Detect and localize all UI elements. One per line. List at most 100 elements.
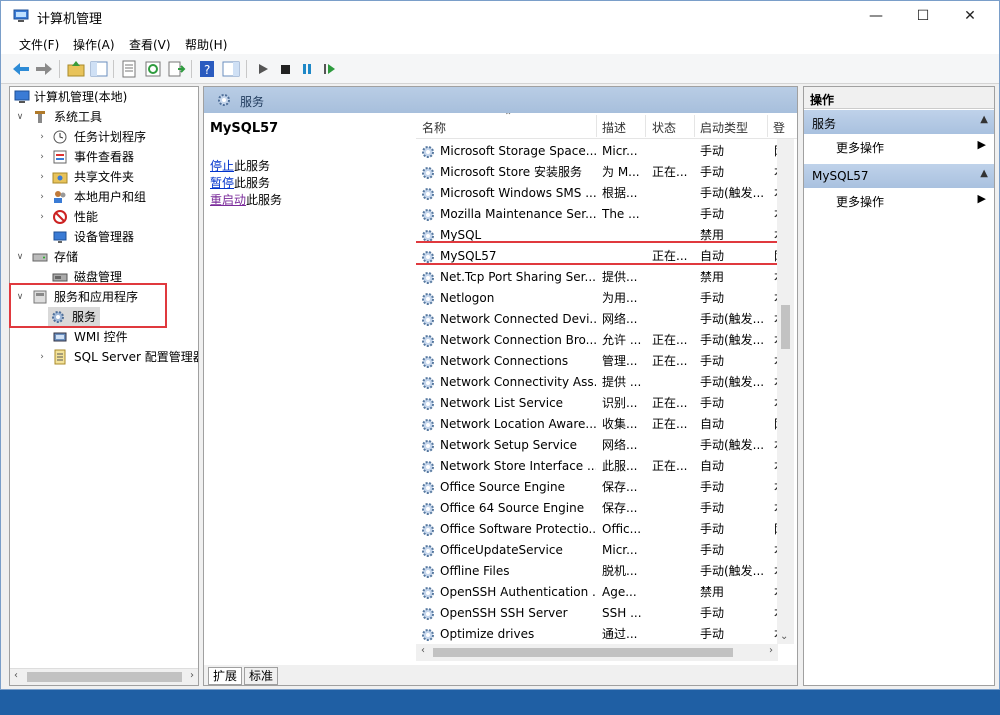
pause-service-icon[interactable] [297, 59, 317, 79]
scroll-down-icon[interactable]: ⌄ [780, 631, 788, 642]
table-row[interactable]: Microsoft Storage Space...Micr...手动网 [416, 141, 786, 162]
menu-action[interactable]: 操作(A) [73, 36, 115, 53]
action-section-services[interactable]: 服务 ▲ [804, 110, 994, 134]
show-tree-icon[interactable] [89, 59, 109, 79]
table-row[interactable]: Office 64 Source Engine保存...手动本 [416, 498, 786, 519]
collapse-up-icon[interactable]: ▲ [980, 168, 988, 179]
chevron-right-icon[interactable]: › [36, 347, 48, 367]
chevron-right-icon[interactable]: › [36, 187, 48, 207]
collapse-up-icon[interactable]: ▲ [980, 114, 988, 125]
services-vertical-scrollbar[interactable]: ⌄ [777, 139, 794, 644]
properties-icon[interactable] [119, 59, 139, 79]
table-row[interactable]: Net.Tcp Port Sharing Ser...提供...禁用本 [416, 267, 786, 288]
refresh-icon[interactable] [143, 59, 163, 79]
table-row[interactable]: Microsoft Windows SMS ...根据...手动(触发...本 [416, 183, 786, 204]
title-bar[interactable]: 计算机管理 — ☐ ✕ [1, 1, 999, 32]
scroll-left-icon[interactable]: ‹ [421, 645, 425, 656]
pause-service-link[interactable]: 暂停此服务 [210, 174, 270, 191]
tree-item-wmi[interactable]: WMI 控件 [12, 327, 198, 347]
scrollbar-thumb[interactable] [781, 305, 790, 349]
scrollbar-thumb[interactable] [433, 648, 733, 657]
tree-item-root[interactable]: 计算机管理(本地) [12, 87, 198, 107]
table-row[interactable]: Network Connection Bro... 允许 ... 正在... 手动(触… [416, 330, 786, 351]
table-row[interactable]: Network List Service识别...正在...手动本 [416, 393, 786, 414]
table-row[interactable]: Optimize drives通过...手动本 [416, 624, 786, 645]
scroll-left-icon[interactable]: ‹ [14, 670, 18, 681]
chevron-right-icon[interactable]: › [36, 147, 48, 167]
column-header-name[interactable]: 名称 [422, 119, 446, 136]
back-arrow-icon[interactable] [11, 59, 31, 79]
tab-standard[interactable]: 标准 [244, 667, 279, 685]
tree-item-device-manager[interactable]: 设备管理器 [12, 227, 198, 247]
services-horizontal-scrollbar[interactable]: ‹ › [416, 644, 778, 661]
chevron-right-icon[interactable]: › [36, 207, 48, 227]
menu-help[interactable]: 帮助(H) [185, 36, 227, 53]
start-service-icon[interactable] [253, 59, 273, 79]
no-entry-icon [53, 210, 67, 224]
scroll-right-icon[interactable]: › [769, 645, 773, 656]
table-row[interactable]: OfficeUpdateServiceMicr...手动本 [416, 540, 786, 561]
scrollbar-thumb[interactable] [27, 672, 182, 682]
toolbar-separator [191, 60, 192, 78]
column-separator[interactable] [645, 115, 646, 137]
chevron-down-icon[interactable]: ∨ [14, 247, 26, 267]
chevron-right-icon[interactable]: › [36, 167, 48, 187]
table-row[interactable]: Network Connected Devi...网络...手动(触发...本 [416, 309, 786, 330]
tree-horizontal-scrollbar[interactable]: ‹ › [10, 668, 198, 685]
menu-view[interactable]: 查看(V) [129, 36, 171, 53]
tab-extended[interactable]: 扩展 [208, 667, 243, 685]
tree-item-performance[interactable]: › 性能 [12, 207, 198, 227]
table-row[interactable]: Microsoft Store 安装服务为 M...正在...手动本 [416, 162, 786, 183]
table-row[interactable]: Network Location Aware...收集...正在...自动网 [416, 414, 786, 435]
table-row[interactable]: Office Source Engine保存...手动本 [416, 477, 786, 498]
table-row[interactable]: Netlogon为用...手动本 [416, 288, 786, 309]
minimize-button[interactable]: — [853, 1, 899, 32]
services-gear-icon [218, 94, 230, 106]
table-row[interactable]: OpenSSH Authentication ...Age...禁用本 [416, 582, 786, 603]
chevron-down-icon[interactable]: ∨ [14, 107, 26, 127]
stop-service-icon[interactable] [275, 59, 295, 79]
table-row[interactable]: Mozilla Maintenance Ser...The ...手动本 [416, 204, 786, 225]
tree-item-event-viewer[interactable]: › 事件查看器 [12, 147, 198, 167]
tree-item-sql-server[interactable]: › SQL Server 配置管理器 [12, 347, 198, 367]
up-folder-icon[interactable] [66, 59, 86, 79]
column-header-logon[interactable]: 登 [773, 119, 785, 136]
column-separator[interactable] [694, 115, 695, 137]
export-list-icon[interactable] [166, 59, 186, 79]
restart-service-link[interactable]: 重启动此服务 [210, 191, 282, 208]
table-row[interactable]: OpenSSH SSH ServerSSH ...手动本 [416, 603, 786, 624]
table-row[interactable]: Network Connections管理...正在...手动本 [416, 351, 786, 372]
chevron-right-icon[interactable]: › [36, 127, 48, 147]
column-header-startup[interactable]: 启动类型 [700, 119, 748, 136]
forward-arrow-icon[interactable] [34, 59, 54, 79]
tree-item-storage[interactable]: ∨ 存储 [12, 247, 198, 267]
close-button[interactable]: ✕ [947, 1, 993, 32]
tree-item-shared-folders[interactable]: › 共享文件夹 [12, 167, 198, 187]
maximize-button[interactable]: ☐ [900, 1, 946, 32]
table-row[interactable]: Network Store Interface ...此服...正在...自动本 [416, 456, 786, 477]
table-row[interactable]: Offline Files脱机...手动(触发...本 [416, 561, 786, 582]
menu-file[interactable]: 文件(F) [19, 36, 59, 53]
action-more-actions-services[interactable]: 更多操作 ▶ [804, 135, 994, 157]
tree-item-task-scheduler[interactable]: › 任务计划程序 [12, 127, 198, 147]
tree-item-local-users[interactable]: › 本地用户和组 [12, 187, 198, 207]
tree-item-system-tools[interactable]: ∨ 系统工具 [12, 107, 198, 127]
column-header-status[interactable]: 状态 [652, 119, 676, 136]
action-more-actions-mysql57[interactable]: 更多操作 ▶ [804, 189, 994, 211]
column-separator[interactable] [767, 115, 768, 137]
restart-service-icon[interactable] [319, 59, 339, 79]
column-separator[interactable] [596, 115, 597, 137]
stop-service-link[interactable]: 停止此服务 [210, 157, 270, 174]
action-section-mysql57[interactable]: MySQL57 ▲ [804, 164, 994, 188]
show-action-pane-icon[interactable] [221, 59, 241, 79]
scroll-right-icon[interactable]: › [190, 670, 194, 681]
service-startup-cell: 手动 [700, 627, 725, 641]
column-header-desc[interactable]: 描述 [602, 119, 626, 136]
service-startup-cell: 手动 [700, 354, 725, 368]
service-startup-cell: 手动 [700, 396, 725, 410]
annotation-box-services-tree [9, 283, 167, 328]
table-row[interactable]: Office Software Protectio...Offic...手动网 [416, 519, 786, 540]
table-row[interactable]: Network Setup Service网络...手动(触发...本 [416, 435, 786, 456]
help-icon[interactable]: ? [197, 59, 217, 79]
table-row[interactable]: Network Connectivity Ass... 提供 ... 手动(触发..… [416, 372, 786, 393]
